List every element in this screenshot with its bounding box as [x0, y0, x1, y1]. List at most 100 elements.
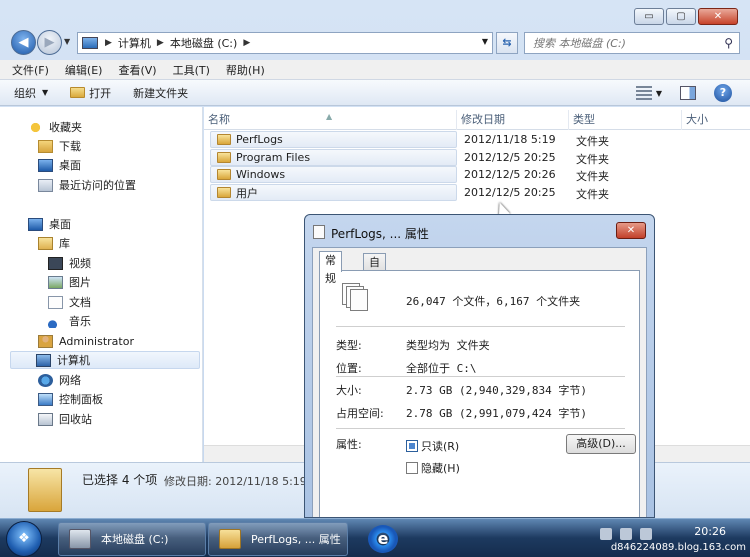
sidebar-item-desktop-fav[interactable]: 桌面 — [38, 156, 81, 174]
back-button[interactable]: ◀ — [11, 30, 36, 55]
divider — [336, 376, 625, 377]
new-folder-button[interactable]: 新建文件夹 — [133, 85, 188, 101]
network-icon — [38, 373, 53, 387]
column-header-size[interactable]: 大小 — [682, 110, 750, 130]
tray-network-icon[interactable] — [600, 528, 612, 540]
breadcrumb-separator-icon[interactable]: ▶ — [157, 38, 164, 48]
maximize-button[interactable]: ▢ — [666, 8, 696, 25]
file-date: 2012/11/18 5:19 — [464, 133, 556, 146]
address-dropdown-icon[interactable]: ▼ — [482, 37, 488, 46]
table-row[interactable]: PerfLogs 2012/11/18 5:19 文件夹 — [204, 131, 750, 148]
table-row[interactable]: Windows 2012/12/5 20:26 文件夹 — [204, 166, 750, 183]
file-type: 文件夹 — [576, 170, 609, 183]
taskbar: ❖ 本地磁盘 (C:) PerfLogs, ... 属性 e 20:26 d84… — [0, 518, 750, 557]
menu-file[interactable]: 文件(F) — [12, 62, 49, 78]
close-button[interactable]: ✕ — [698, 8, 738, 25]
file-name: Program Files — [236, 151, 311, 164]
tab-general[interactable]: 常规 — [319, 251, 342, 285]
forward-button[interactable]: ▶ — [37, 30, 62, 55]
disk-size-value: 2.78 GB (2,991,079,424 字节) — [406, 407, 587, 420]
tray-flag-icon[interactable] — [620, 528, 632, 540]
forward-arrow-icon: ▶ — [44, 35, 55, 50]
advanced-button[interactable]: 高级(D)... — [566, 434, 636, 454]
start-button[interactable]: ❖ — [6, 521, 42, 557]
sidebar-item-favorites[interactable]: 收藏夹 — [28, 118, 82, 136]
menu-tools[interactable]: 工具(T) — [173, 62, 210, 78]
sidebar-item-recycle-bin[interactable]: 回收站 — [38, 410, 92, 428]
location-label: 位置: — [336, 362, 362, 375]
sidebar-item-pictures[interactable]: 图片 — [48, 273, 91, 291]
folder-icon — [219, 529, 241, 549]
control-panel-icon — [38, 392, 53, 406]
hidden-checkbox[interactable]: 隐藏(H) — [406, 460, 460, 476]
general-panel: 26,047 个文件，6,167 个文件夹 类型: 类型均为 文件夹 位置: 全… — [319, 270, 640, 517]
column-header-type[interactable]: 类型 — [569, 110, 682, 130]
tray-volume-icon[interactable] — [640, 528, 652, 540]
column-header-name[interactable]: 名称 ▲ — [204, 110, 457, 130]
file-name: 用户 — [236, 186, 258, 200]
readonly-checkbox[interactable]: 只读(R) — [406, 438, 459, 454]
file-date: 2012/12/5 20:25 — [464, 186, 556, 199]
table-row[interactable]: Program Files 2012/12/5 20:25 文件夹 — [204, 149, 750, 166]
drive-icon — [69, 529, 91, 549]
internet-explorer-icon[interactable]: e — [368, 525, 398, 553]
column-header-date[interactable]: 修改日期 — [457, 110, 569, 130]
menu-edit[interactable]: 编辑(E) — [65, 62, 103, 78]
file-type: 文件夹 — [576, 188, 609, 201]
command-bar: 组织 ▼ 打开 新建文件夹 ▼ ? — [0, 80, 750, 106]
attributes-label: 属性: — [336, 438, 362, 451]
refresh-button[interactable]: ⇆ — [496, 32, 518, 54]
breadcrumb-computer[interactable]: 计算机 — [118, 35, 151, 51]
help-icon[interactable]: ? — [714, 84, 732, 102]
breadcrumb-separator-icon[interactable]: ▶ — [243, 38, 250, 48]
sidebar-item-documents[interactable]: 文档 — [48, 293, 91, 311]
search-box[interactable]: ⚲ — [524, 32, 740, 54]
file-type: 文件夹 — [576, 153, 609, 166]
view-options-dropdown-icon[interactable]: ▼ — [656, 89, 662, 98]
breadcrumb-local-disk[interactable]: 本地磁盘 (C:) — [170, 35, 237, 51]
sidebar-item-libraries[interactable]: 库 — [38, 234, 70, 252]
minimize-button[interactable]: ▭ — [634, 8, 664, 25]
sidebar-item-desktop[interactable]: 桌面 — [28, 215, 71, 233]
watermark-text: d846224089.blog.163.com — [610, 542, 746, 553]
desktop-icon — [38, 158, 53, 172]
sidebar-item-computer[interactable]: 计算机 — [10, 351, 200, 369]
sidebar-item-control-panel[interactable]: 控制面板 — [38, 390, 103, 408]
video-icon — [48, 256, 63, 270]
chevron-down-icon: ▼ — [42, 88, 49, 97]
breadcrumb-separator-icon[interactable]: ▶ — [105, 38, 112, 48]
sidebar-item-video[interactable]: 视频 — [48, 254, 91, 272]
file-date: 2012/12/5 20:26 — [464, 168, 556, 181]
music-icon — [48, 314, 63, 328]
system-tray: 20:26 d846224089.blog.163.com — [580, 519, 750, 557]
file-name: PerfLogs — [236, 133, 283, 146]
recent-pages-dropdown[interactable]: ▼ — [64, 37, 70, 46]
menu-view[interactable]: 查看(V) — [118, 62, 156, 78]
dialog-close-button[interactable]: ✕ — [616, 222, 646, 239]
desktop-icon — [28, 217, 43, 231]
taskbar-item-explorer[interactable]: 本地磁盘 (C:) — [58, 522, 206, 556]
sidebar-item-network[interactable]: 网络 — [38, 371, 81, 389]
menu-help[interactable]: 帮助(H) — [226, 62, 265, 78]
organize-button[interactable]: 组织 ▼ — [14, 85, 48, 101]
sidebar-item-music[interactable]: 音乐 — [48, 312, 91, 330]
search-input[interactable] — [525, 33, 725, 53]
preview-pane-button[interactable] — [680, 86, 696, 100]
change-view-icon[interactable] — [635, 86, 652, 100]
tab-custom[interactable]: 自定义 — [363, 253, 386, 305]
documents-icon — [48, 295, 63, 309]
address-bar[interactable]: ▶ 计算机 ▶ 本地磁盘 (C:) ▶ ▼ — [77, 32, 493, 54]
sidebar-item-administrator[interactable]: Administrator — [38, 332, 134, 350]
table-row[interactable]: 用户 2012/12/5 20:25 文件夹 — [204, 184, 750, 201]
sidebar-item-recent[interactable]: 最近访问的位置 — [38, 176, 136, 194]
menu-bar: 文件(F) 编辑(E) 查看(V) 工具(T) 帮助(H) — [0, 60, 750, 80]
modified-date: 修改日期: 2012/11/18 5:19 — [164, 475, 307, 488]
clock[interactable]: 20:26 — [694, 525, 726, 538]
taskbar-item-properties[interactable]: PerfLogs, ... 属性 — [208, 522, 348, 556]
file-name: Windows — [236, 168, 286, 181]
open-button[interactable]: 打开 — [70, 85, 111, 101]
sidebar-item-downloads[interactable]: 下载 — [38, 137, 81, 155]
selection-count: 已选择 4 个项 — [82, 473, 158, 487]
search-icon[interactable]: ⚲ — [724, 36, 733, 50]
file-type: 文件夹 — [576, 135, 609, 148]
